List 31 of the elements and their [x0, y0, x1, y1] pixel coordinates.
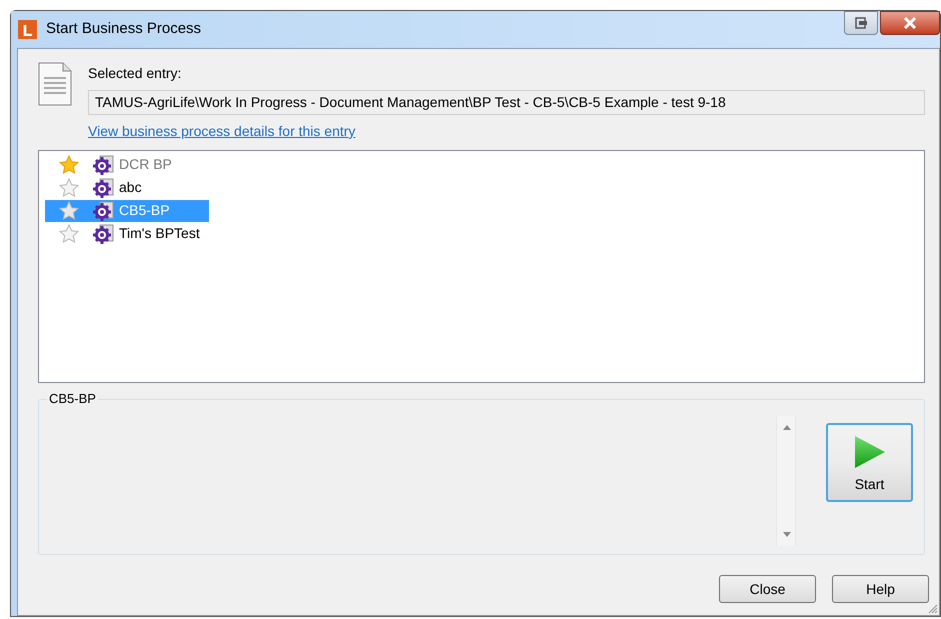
scroll-up-icon — [783, 425, 791, 430]
gear-document-icon — [93, 200, 115, 220]
entry-path-field[interactable]: TAMUS-AgriLife\Work In Progress - Document Management\BP Test - CB-5\CB-5 Example - test 9-18 — [88, 90, 925, 115]
restore-button[interactable] — [844, 11, 878, 35]
restore-icon — [854, 16, 868, 30]
process-name: CB5-BP — [119, 201, 170, 220]
dialog-button[interactable]: Close — [719, 575, 816, 603]
star-icon[interactable] — [59, 201, 79, 220]
play-icon — [854, 435, 886, 469]
dialog-button[interactable]: Help — [832, 575, 929, 603]
close-icon — [903, 17, 917, 29]
process-name: DCR BP — [119, 155, 172, 174]
document-icon — [38, 62, 72, 106]
resize-grip-icon — [928, 604, 938, 614]
details-link[interactable]: View business process details for this entry — [88, 121, 356, 142]
star-icon[interactable] — [59, 178, 79, 197]
gear-document-icon — [93, 224, 115, 244]
scrollbar[interactable] — [776, 416, 796, 546]
gear-document-icon — [93, 154, 115, 174]
close-window-button[interactable] — [880, 11, 940, 35]
app-logo-icon — [18, 20, 37, 39]
star-icon[interactable] — [59, 224, 79, 243]
window-title: Start Business Process — [46, 19, 202, 40]
start-button[interactable]: Start — [826, 423, 913, 502]
process-name: Tim's BPTest — [119, 224, 200, 243]
field-label: Selected entry: — [88, 64, 182, 83]
process-item[interactable]: Tim's BPTest — [45, 222, 209, 244]
process-name: abc — [119, 178, 142, 197]
scroll-down-icon — [783, 532, 791, 537]
gear-document-icon — [93, 178, 115, 198]
process-item[interactable]: abc — [45, 176, 209, 198]
